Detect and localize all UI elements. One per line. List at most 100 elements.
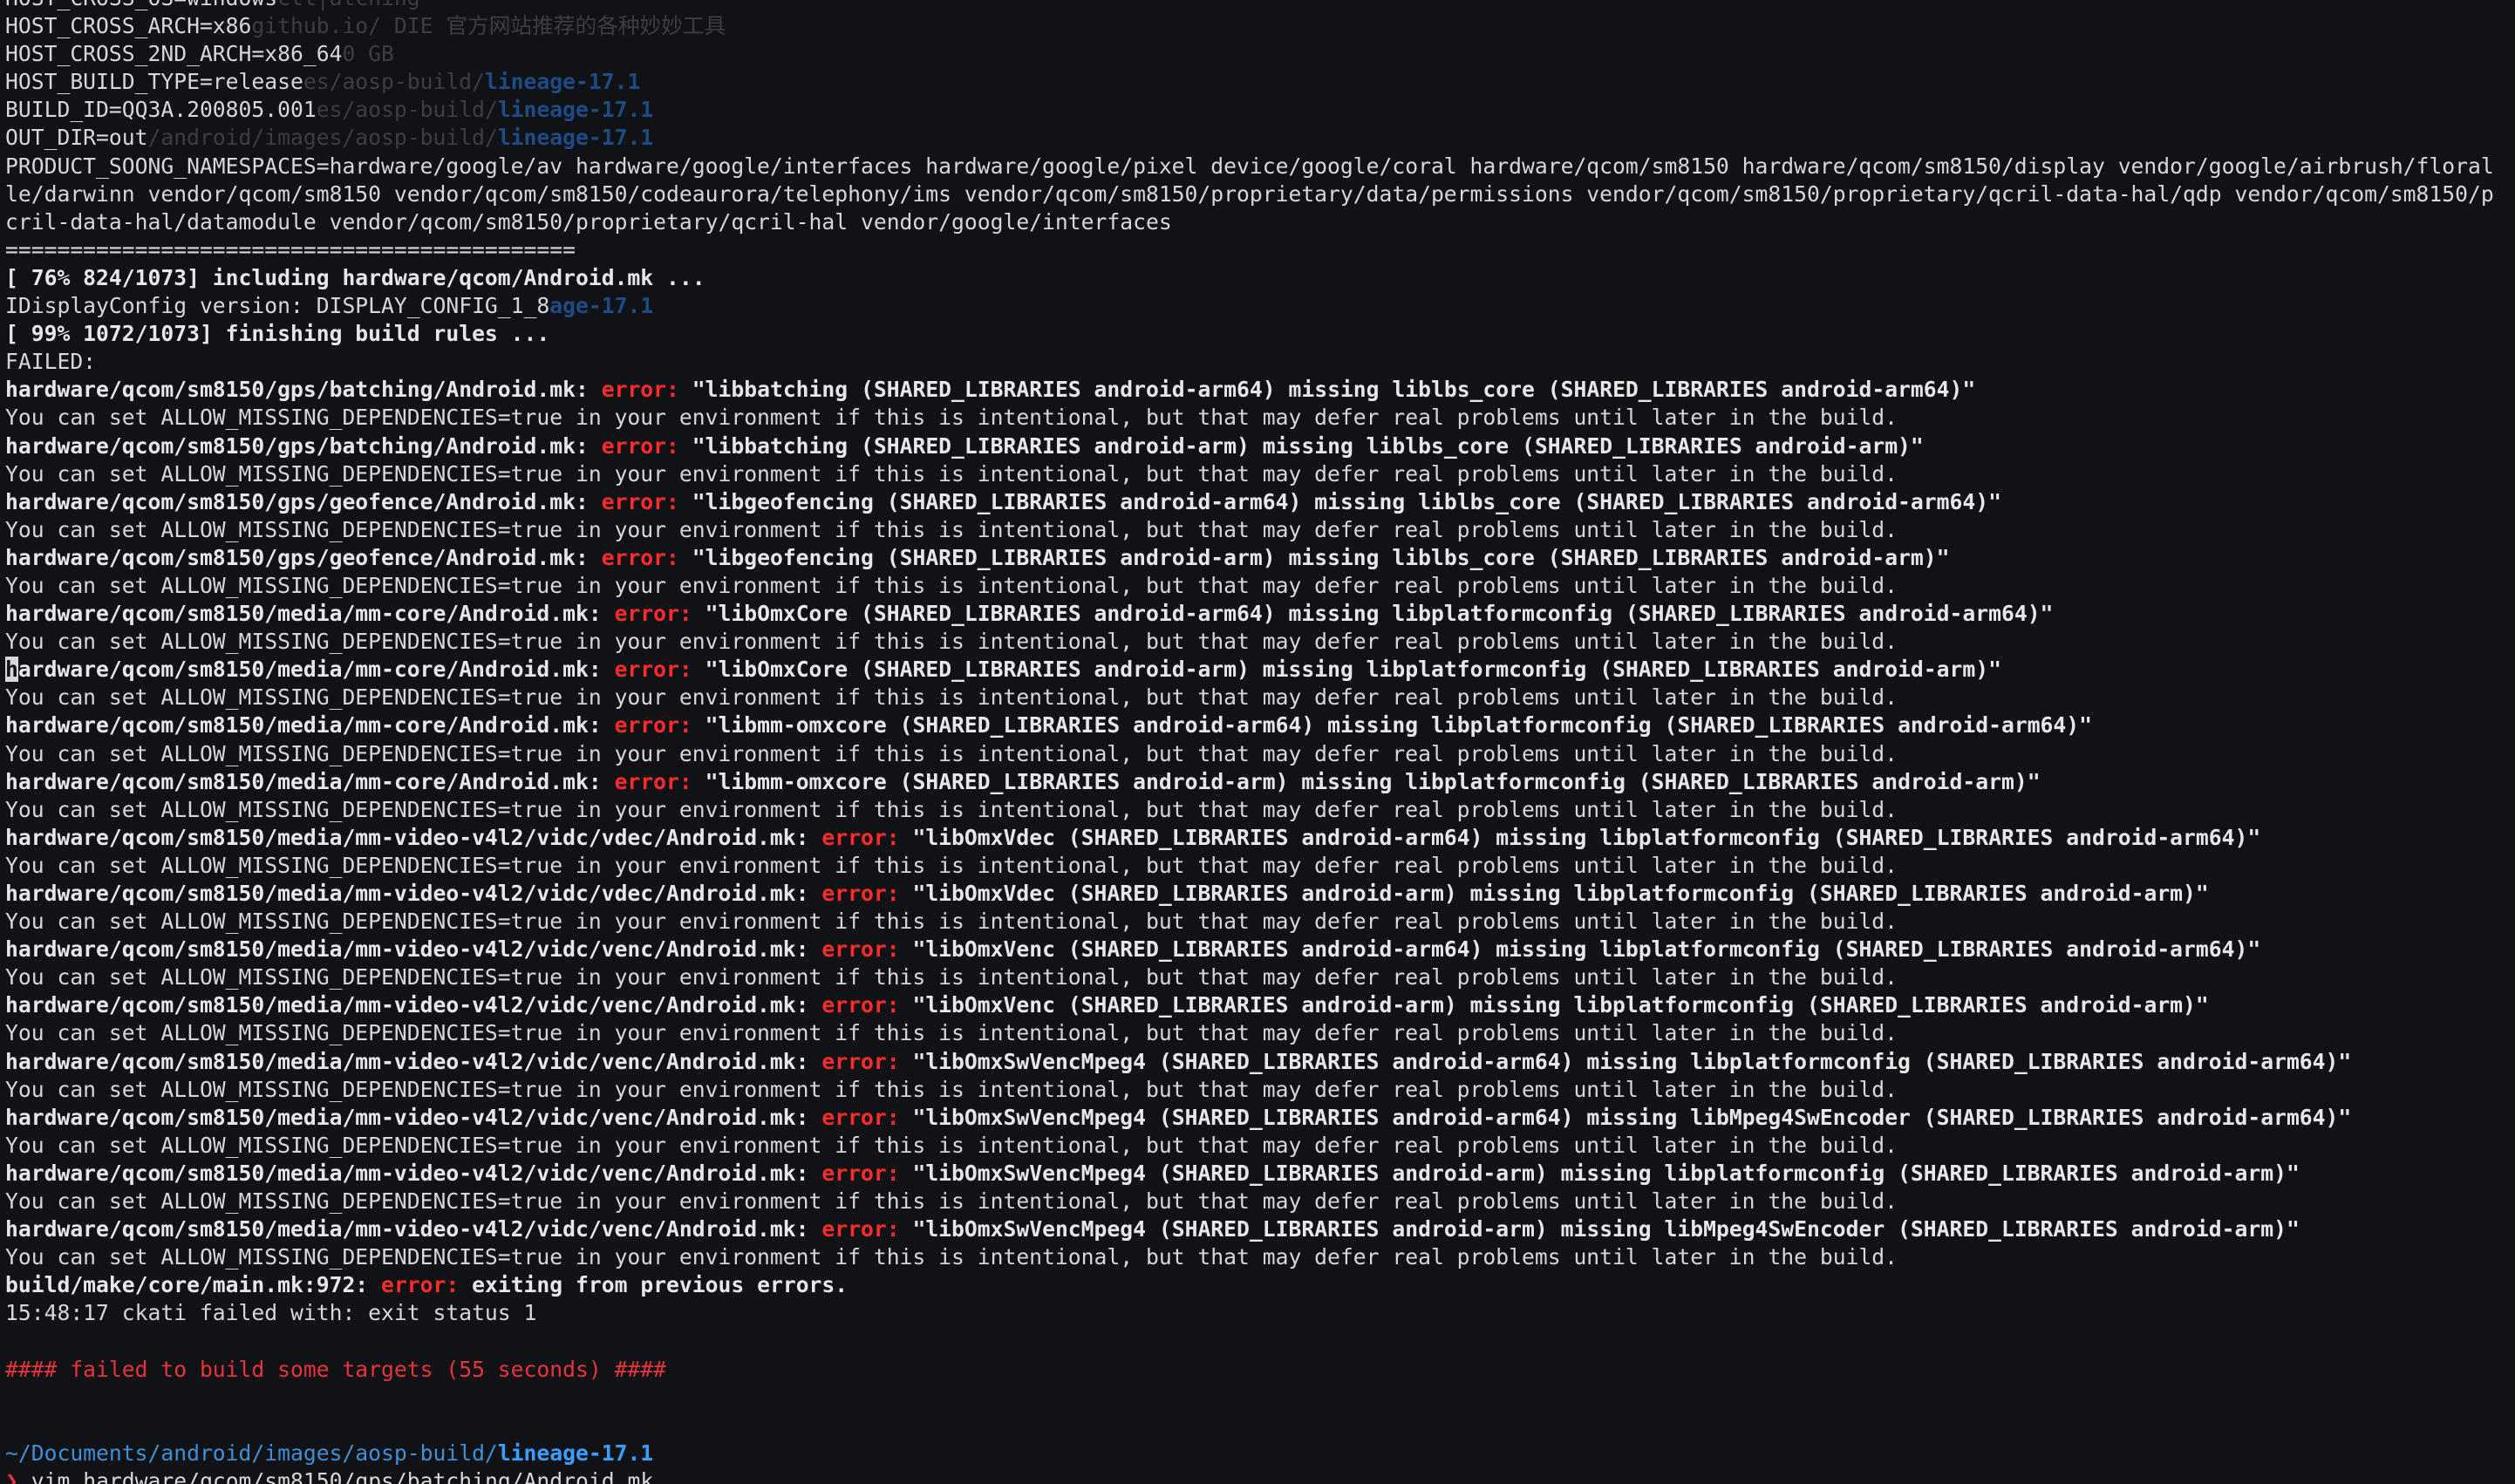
prompt-dir: lineage-17.1 [497,1440,654,1466]
ghost-text: es/aosp-build/ [316,97,498,123]
ckati-text: 15:48:17 ckati failed with: exit status … [5,1300,537,1326]
ghost-text: age-17.1 [549,293,654,319]
separator: ========================================… [5,236,576,262]
hint-text: You can set ALLOW_MISSING_DEPENDENCIES=t… [5,1244,1898,1270]
env-line: HOST_CROSS_2ND_ARCH=x86_640 GB [5,40,2515,68]
hint-line: You can set ALLOW_MISSING_DEPENDENCIES=t… [5,1132,2515,1160]
hint-line: You can set ALLOW_MISSING_DEPENDENCIES=t… [5,852,2515,880]
env-text: HOST_BUILD_TYPE=release [5,69,303,95]
error-keyword: error: [614,657,692,683]
hint-text: You can set ALLOW_MISSING_DEPENDENCIES=t… [5,964,1898,990]
error-keyword: error: [821,824,900,850]
error-line: hardware/qcom/sm8150/gps/batching/Androi… [5,376,2515,404]
terminal-output: HOST_CROSS_OS=windowsctl|atchingHOST_CRO… [5,0,2515,1484]
error-file: hardware/qcom/sm8150/media/mm-core/Andro… [5,712,602,739]
error-file: hardware/qcom/sm8150/media/mm-video-v4l2… [5,992,809,1018]
error-line: hardware/qcom/sm8150/gps/batching/Androi… [5,432,2515,460]
hint-line: You can set ALLOW_MISSING_DEPENDENCIES=t… [5,740,2515,768]
prompt-path: ~/Documents/android/images/aosp-build/ [5,1440,498,1466]
error-message: "libmm-omxcore (SHARED_LIBRARIES android… [705,768,2041,794]
failed-summary: #### failed to build some targets (55 se… [5,1356,667,1382]
hint-line: You can set ALLOW_MISSING_DEPENDENCIES=t… [5,1019,2515,1047]
error-file: hardware/qcom/sm8150/media/mm-core/Andro… [5,768,602,794]
env-text: HOST_CROSS_ARCH=x86 [5,13,252,39]
hint-line: You can set ALLOW_MISSING_DEPENDENCIES=t… [5,1243,2515,1271]
env-line: HOST_CROSS_ARCH=x86github.io/ DIE 官方网站推荐… [5,12,2515,40]
error-line: hardware/qcom/sm8150/gps/geofence/Androi… [5,488,2515,516]
hint-text: You can set ALLOW_MISSING_DEPENDENCIES=t… [5,516,1898,542]
hint-line: You can set ALLOW_MISSING_DEPENDENCIES=t… [5,1076,2515,1104]
error-message: "libOmxVenc (SHARED_LIBRARIES android-ar… [912,936,2261,963]
error-line: hardware/qcom/sm8150/media/mm-core/Andro… [5,600,2515,628]
hint-text: You can set ALLOW_MISSING_DEPENDENCIES=t… [5,572,1898,598]
error-keyword: error: [381,1272,460,1298]
failed-label: FAILED: [5,349,97,375]
error-file: hardware/qcom/sm8150/media/mm-video-v4l2… [5,936,809,963]
error-file: hardware/qcom/sm8150/gps/geofence/Androi… [5,488,589,514]
hint-text: You can set ALLOW_MISSING_DEPENDENCIES=t… [5,1020,1898,1046]
error-keyword: error: [601,432,679,459]
error-message: "libgeofencing (SHARED_LIBRARIES android… [692,488,2001,514]
error-keyword: error: [601,377,679,403]
separator-line: ========================================… [5,236,2515,264]
error-file: build/make/core/main.mk:972: [5,1272,369,1298]
error-message: "libOmxCore (SHARED_LIBRARIES android-ar… [705,657,2001,683]
error-message: "libOmxVenc (SHARED_LIBRARIES android-ar… [912,992,2209,1018]
progress-line: [ 76% 824/1073] including hardware/qcom/… [5,264,2515,292]
error-file: hardware/qcom/sm8150/media/mm-video-v4l2… [5,1216,809,1242]
error-message: "libOmxVdec (SHARED_LIBRARIES android-ar… [912,881,2209,906]
terminal-window[interactable]: HOST_CROSS_OS=windowsctl|atchingHOST_CRO… [0,0,2515,1484]
error-line: hardware/qcom/sm8150/gps/geofence/Androi… [5,544,2515,572]
error-line: hardware/qcom/sm8150/media/mm-core/Andro… [5,768,2515,796]
error-file: hardware/qcom/sm8150/gps/geofence/Androi… [5,544,589,570]
prompt-command: vim hardware/qcom/sm8150/gps/batching/An… [31,1467,654,1484]
ghost-text: 0 GB [342,41,394,67]
hint-line: You can set ALLOW_MISSING_DEPENDENCIES=t… [5,460,2515,488]
namespaces-text: PRODUCT_SOONG_NAMESPACES=hardware/google… [5,153,2494,179]
env-text: BUILD_ID=QQ3A.200805.001 [5,97,317,123]
error-keyword: error: [821,936,900,963]
prompt-arrow-icon: ❯ [5,1467,18,1484]
error-line: hardware/qcom/sm8150/media/mm-video-v4l2… [5,880,2515,908]
error-line: hardware/qcom/sm8150/media/mm-video-v4l2… [5,1048,2515,1076]
hint-line: You can set ALLOW_MISSING_DEPENDENCIES=t… [5,516,2515,544]
error-keyword: error: [821,1160,900,1186]
progress-text: [ 99% 1072/1073] finishing build rules .… [5,321,550,347]
error-message: "libOmxSwVencMpeg4 (SHARED_LIBRARIES and… [912,1104,2352,1130]
error-keyword: error: [821,881,900,906]
error-message: "libOmxSwVencMpeg4 (SHARED_LIBRARIES and… [912,1048,2352,1074]
error-message: exiting from previous errors. [472,1272,849,1298]
error-message: "libOmxVdec (SHARED_LIBRARIES android-ar… [912,824,2261,850]
error-file: hardware/qcom/sm8150/media/mm-video-v4l2… [5,881,809,906]
hint-text: You can set ALLOW_MISSING_DEPENDENCIES=t… [5,684,1898,711]
error-file: hardware/qcom/sm8150/media/mm-video-v4l2… [5,824,809,850]
error-message: "libbatching (SHARED_LIBRARIES android-a… [692,432,1924,459]
error-keyword: error: [614,712,692,739]
ckati-line: 15:48:17 ckati failed with: exit status … [5,1299,2515,1327]
text-cursor: h [5,657,18,683]
error-line: hardware/qcom/sm8150/media/mm-core/Andro… [5,656,2515,684]
error-keyword: error: [821,1048,900,1074]
failed-summary-line: #### failed to build some targets (55 se… [5,1356,2515,1384]
error-file: hardware/qcom/sm8150/media/mm-video-v4l2… [5,1048,809,1074]
hint-text: You can set ALLOW_MISSING_DEPENDENCIES=t… [5,629,1898,655]
error-message: "libOmxCore (SHARED_LIBRARIES android-ar… [705,601,2054,627]
ghost-dir: lineage-17.1 [497,97,654,123]
namespaces-text: cril-data-hal/datamodule vendor/qcom/sm8… [5,208,1172,235]
error-file: hardware/qcom/sm8150/gps/batching/Androi… [5,432,589,459]
error-line: hardware/qcom/sm8150/media/mm-video-v4l2… [5,1215,2515,1243]
error-line: hardware/qcom/sm8150/media/mm-video-v4l2… [5,824,2515,852]
hint-text: You can set ALLOW_MISSING_DEPENDENCIES=t… [5,460,1898,487]
namespaces-line: cril-data-hal/datamodule vendor/qcom/sm8… [5,208,2515,236]
hint-text: You can set ALLOW_MISSING_DEPENDENCIES=t… [5,1076,1898,1102]
env-line: HOST_BUILD_TYPE=releasees/aosp-build/lin… [5,68,2515,96]
env-line: BUILD_ID=QQ3A.200805.001es/aosp-build/li… [5,96,2515,124]
env-line: OUT_DIR=out/android/images/aosp-build/li… [5,124,2515,152]
error-keyword: error: [601,488,679,514]
hint-text: You can set ALLOW_MISSING_DEPENDENCIES=t… [5,852,1898,878]
hint-line: You can set ALLOW_MISSING_DEPENDENCIES=t… [5,572,2515,600]
ghost-text: es/aosp-build/ [303,69,485,95]
error-keyword: error: [821,1104,900,1130]
namespaces-text: le/darwinn vendor/qcom/sm8150 vendor/qco… [5,180,2494,207]
